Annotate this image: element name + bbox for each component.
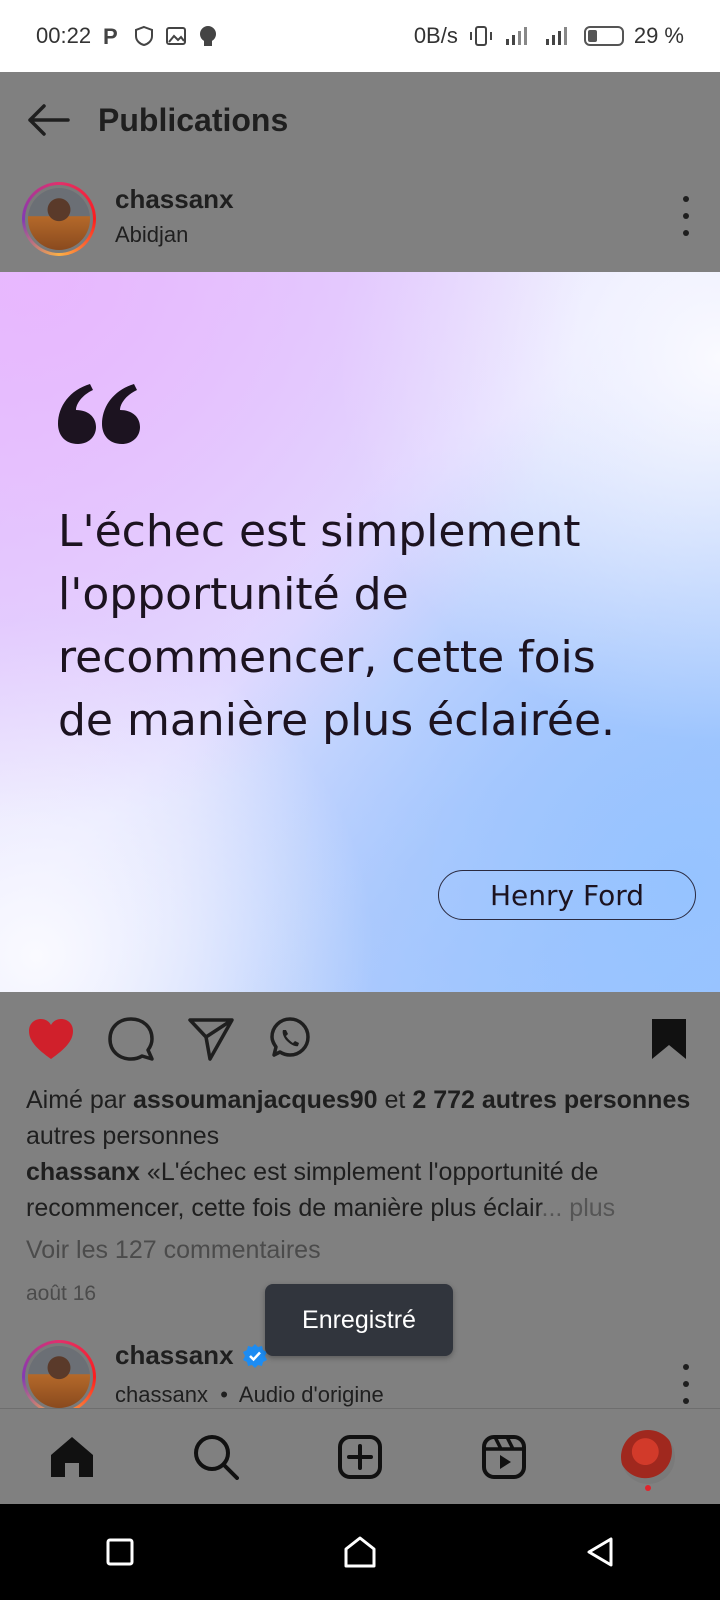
whatsapp-icon <box>270 1017 310 1057</box>
post-actions <box>0 1010 720 1070</box>
nav-search[interactable] <box>186 1427 246 1487</box>
verified-badge-icon <box>242 1343 267 1368</box>
system-back-button[interactable] <box>570 1522 630 1582</box>
quote-mark-icon <box>56 382 142 451</box>
post-image[interactable]: L'échec est simplement l'opportunité de … <box>0 272 720 992</box>
battery-icon <box>583 26 624 46</box>
bottom-nav <box>0 1408 720 1505</box>
page-title: Publications <box>98 101 289 138</box>
likes-and: et <box>384 1086 406 1114</box>
next-post-username-row[interactable]: chassanx <box>115 1340 268 1371</box>
nav-profile[interactable] <box>618 1427 678 1491</box>
search-icon <box>194 1435 239 1480</box>
next-post-subtitle[interactable]: chassanx • Audio d'origine <box>115 1382 384 1408</box>
back-button[interactable] <box>24 96 72 144</box>
nav-reels[interactable] <box>474 1427 534 1487</box>
next-post-subtitle-user: chassanx <box>115 1382 208 1407</box>
notification-dot <box>645 1485 651 1491</box>
like-button[interactable] <box>26 1014 76 1064</box>
quote-text: L'échec est simplement l'opportunité de … <box>58 506 616 746</box>
likes-count[interactable]: 2 772 autres personnes <box>412 1086 690 1114</box>
next-post-more-button[interactable] <box>680 1364 692 1404</box>
post-location[interactable]: Abidjan <box>115 222 188 248</box>
post-username[interactable]: chassanx <box>115 184 234 215</box>
likes-user[interactable]: assoumanjacques90 <box>133 1086 378 1114</box>
profile-badge-icon <box>197 24 221 48</box>
likes-summary[interactable]: Aimé par assoumanjacques90 et 2 772 autr… <box>26 1082 706 1154</box>
next-post-separator: • <box>220 1382 228 1407</box>
system-recents-button[interactable] <box>90 1522 150 1582</box>
nav-create[interactable] <box>330 1427 390 1487</box>
post-caption[interactable]: chassanx «L'échec est simplement l'oppor… <box>26 1154 716 1226</box>
share-button[interactable] <box>186 1014 236 1064</box>
battery-percent: 29 % <box>633 23 684 48</box>
profile-avatar <box>621 1430 675 1484</box>
home-icon <box>51 1437 93 1477</box>
next-post-username[interactable]: chassanx <box>115 1340 234 1371</box>
likes-suffix: autres personnes <box>26 1122 220 1150</box>
whatsapp-share-button[interactable] <box>265 1014 315 1064</box>
saved-toast: Enregistré <box>265 1284 453 1356</box>
system-home-button[interactable] <box>330 1522 390 1582</box>
app-bar: Publications <box>0 72 720 168</box>
vibrate-icon <box>468 24 494 48</box>
post-header: chassanx Abidjan <box>0 176 720 264</box>
system-nav-bar <box>0 1504 720 1600</box>
quote-author: Henry Ford <box>438 870 696 920</box>
heart-icon <box>29 1019 73 1059</box>
home-outline-icon <box>344 1536 376 1568</box>
save-button[interactable] <box>644 1014 694 1064</box>
view-comments-link[interactable]: Voir les 127 commentaires <box>26 1236 321 1265</box>
send-icon <box>188 1018 234 1061</box>
more-options-button[interactable] <box>680 196 692 236</box>
recents-icon <box>106 1538 134 1566</box>
avatar[interactable] <box>22 182 96 256</box>
status-time: 00:22 <box>36 23 92 48</box>
create-post-icon <box>338 1435 382 1479</box>
post-date: août 16 <box>26 1282 97 1305</box>
caption-more-link[interactable]: ... plus <box>542 1194 616 1222</box>
svg-text:P: P <box>103 25 118 47</box>
network-speed: 0B/s <box>413 23 458 48</box>
next-post-avatar[interactable] <box>22 1340 96 1408</box>
shield-icon <box>133 25 155 47</box>
next-post-audio[interactable]: Audio d'origine <box>239 1382 384 1407</box>
back-triangle-icon <box>587 1537 613 1567</box>
reels-icon <box>482 1435 526 1479</box>
caption-username[interactable]: chassanx <box>26 1158 140 1186</box>
comment-icon <box>108 1017 154 1061</box>
bookmark-icon <box>652 1019 686 1059</box>
comment-button[interactable] <box>106 1014 156 1064</box>
status-bar: 00:22 P 0B/s 29 % <box>0 0 720 72</box>
nav-home[interactable] <box>42 1427 102 1487</box>
gallery-icon <box>165 25 187 47</box>
signal-icon <box>504 25 534 47</box>
signal-icon-2 <box>544 25 574 47</box>
parking-icon: P <box>101 25 123 47</box>
arrow-left-icon <box>28 104 70 136</box>
likes-prefix: Aimé par <box>26 1086 127 1114</box>
